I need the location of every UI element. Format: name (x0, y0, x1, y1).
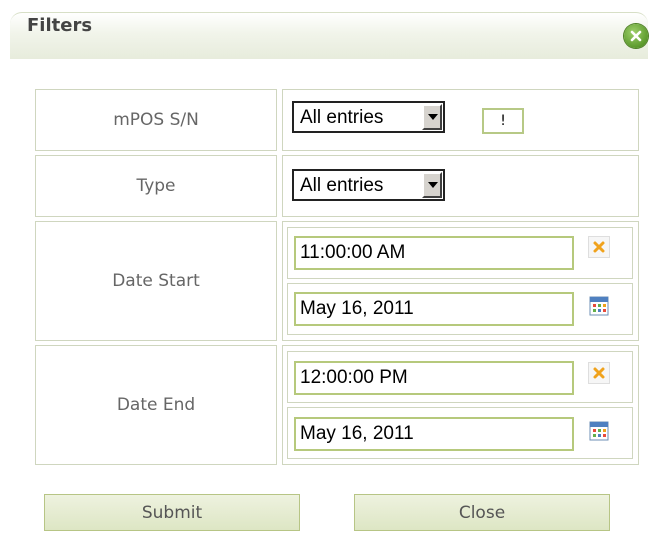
mpos-label: mPOS S/N (113, 110, 199, 130)
chevron-down-icon[interactable] (422, 104, 442, 130)
close-icon[interactable] (624, 24, 648, 48)
date-end-date-input[interactable]: May 16, 2011 (294, 417, 574, 451)
mpos-label-cell: mPOS S/N (35, 89, 277, 151)
mpos-exclude-button[interactable]: ! (482, 108, 524, 134)
filters-dialog: Filters mPOS S/N All entries ! Type All … (0, 0, 655, 551)
date-end-time-input[interactable]: 12:00:00 PM (294, 361, 574, 395)
clear-x-icon[interactable] (588, 362, 610, 384)
clear-x-icon[interactable] (588, 236, 610, 258)
date-end-label-cell: Date End (35, 345, 277, 465)
type-label: Type (136, 176, 176, 196)
type-select[interactable]: All entries (292, 169, 445, 201)
date-start-date-input[interactable]: May 16, 2011 (294, 292, 574, 326)
type-label-cell: Type (35, 155, 277, 217)
calendar-icon[interactable] (588, 295, 610, 317)
dialog-titlebar (10, 12, 648, 59)
date-start-label: Date Start (112, 271, 200, 291)
calendar-icon[interactable] (588, 420, 610, 442)
type-select-value: All entries (300, 175, 384, 196)
chevron-down-icon[interactable] (422, 172, 442, 198)
date-start-label-cell: Date Start (35, 221, 277, 341)
mpos-select[interactable]: All entries (292, 101, 445, 133)
submit-button-label: Submit (141, 502, 203, 523)
dialog-title: Filters (27, 15, 93, 36)
date-end-label: Date End (116, 395, 196, 415)
mpos-select-value: All entries (300, 107, 384, 128)
close-button-label: Close (458, 502, 506, 523)
submit-button[interactable]: Submit (44, 494, 300, 531)
close-button[interactable]: Close (354, 494, 610, 531)
date-start-time-input[interactable]: 11:00:00 AM (294, 236, 574, 270)
